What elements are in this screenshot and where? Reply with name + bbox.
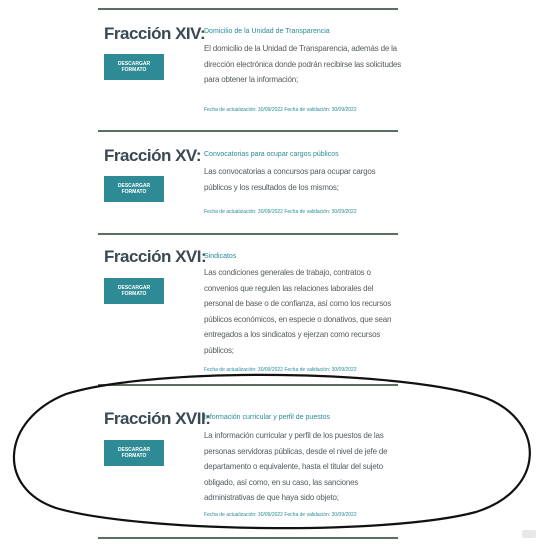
divider — [98, 130, 398, 132]
download-format-button[interactable]: DESCARGAR FORMATO — [104, 176, 164, 202]
corner-artifact — [522, 530, 536, 538]
highlight-oval — [12, 373, 531, 530]
fraccion-link[interactable]: Convocatorias para ocupar cargos público… — [204, 151, 339, 158]
fraccion-title: Fracción XIV: — [104, 24, 206, 43]
update-dates: Fecha de actualización: 30/09/2022 Fecha… — [204, 209, 357, 215]
divider-top — [98, 8, 398, 10]
fraccion-title: Fracción XV: — [104, 146, 201, 165]
fraccion-link[interactable]: Domicilio de la Unidad de Transparencia — [204, 28, 330, 35]
download-format-button[interactable]: DESCARGAR FORMATO — [104, 278, 164, 304]
fraccion-description: El domicilio de la Unidad de Transparenc… — [204, 44, 402, 84]
divider — [98, 233, 398, 235]
update-dates: Fecha de actualización: 30/09/2022 Fecha… — [204, 107, 357, 113]
fraccion-link[interactable]: Sindicatos — [204, 253, 236, 260]
download-format-button[interactable]: DESCARGAR FORMATO — [104, 54, 164, 80]
fraccion-title: Fracción XVI: — [104, 247, 207, 266]
fraccion-description: Las condiciones generales de trabajo, co… — [204, 268, 392, 355]
divider-bottom — [98, 537, 398, 539]
fraccion-description: Las convocatorias a concursos para ocupa… — [204, 167, 376, 192]
